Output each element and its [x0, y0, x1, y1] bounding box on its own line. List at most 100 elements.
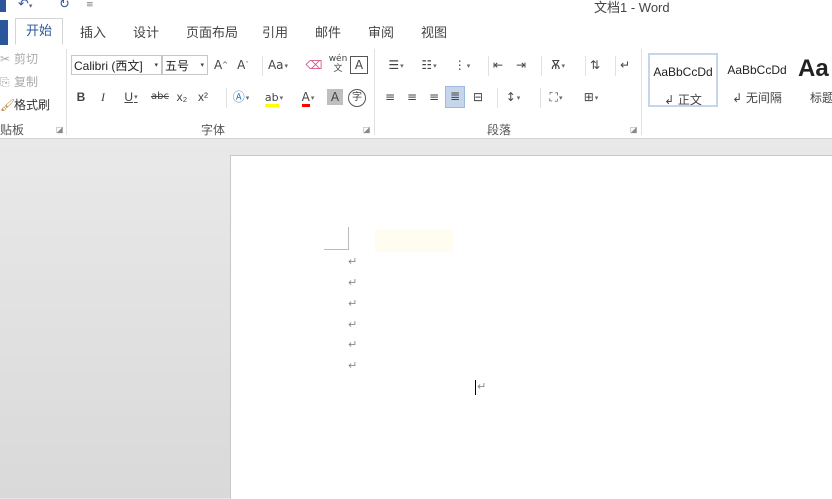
style-preview: Aa [798, 55, 829, 82]
change-case-button[interactable]: Aa▾ [262, 56, 293, 76]
paint-bucket-icon: ⛶ [549, 90, 558, 104]
phonetic-guide-label: wén [328, 54, 348, 64]
redo-icon[interactable]: ↻ [59, 0, 70, 12]
clipboard-group-label: 贴板 [0, 123, 25, 137]
paragraph-group-label: 段落 [487, 123, 512, 137]
save-icon[interactable] [0, 0, 6, 12]
chevron-down-icon: ▾ [200, 62, 204, 69]
superscript-button[interactable]: x² [195, 88, 211, 108]
bold-button[interactable]: B [75, 88, 87, 108]
italic-button[interactable]: I [97, 88, 109, 108]
tab-home[interactable]: 开始 [15, 18, 63, 45]
enclose-characters-button[interactable]: 字 [348, 89, 366, 107]
font-group-label: 字体 [201, 123, 226, 137]
document-page[interactable] [230, 155, 832, 499]
group-divider [374, 49, 375, 135]
font-color-button[interactable]: A▾ [293, 88, 323, 108]
chinese-layout-icon: Ѫ [551, 58, 561, 72]
bullets-button[interactable]: ☰▾ [381, 56, 411, 76]
scissors-icon: ✂ [0, 52, 11, 66]
paragraph-mark: ↵ [477, 380, 487, 393]
tab-view[interactable]: 视图 [421, 22, 447, 41]
shrink-font-button[interactable]: Aˇ [235, 56, 251, 76]
align-right-icon[interactable]: ≡ [425, 88, 443, 108]
clipboard-dialog-launcher-icon[interactable]: ◪ [56, 125, 64, 134]
font-size-value: 五号 [165, 59, 190, 73]
character-shading-button[interactable]: A [327, 89, 343, 105]
style-name: ↲ 无间隔 [732, 91, 782, 105]
line-spacing-button[interactable]: ↕▾ [497, 88, 528, 108]
paragraph-mark: ↵ [348, 276, 358, 289]
borders-icon: ⊞ [583, 90, 594, 104]
multilevel-list-button[interactable]: ⋮▾ [447, 56, 477, 76]
tab-insert[interactable]: 插入 [80, 22, 106, 41]
ribbon-tabs: 开始 插入 设计 页面布局 引用 邮件 审阅 视图 [0, 14, 832, 46]
tab-design[interactable]: 设计 [133, 22, 159, 41]
borders-button[interactable]: ⊞▾ [576, 88, 606, 108]
grow-font-button[interactable]: A^ [213, 56, 229, 76]
phonetic-guide-button[interactable]: wén 文 [327, 54, 349, 74]
subscript-button[interactable]: x₂ [174, 88, 190, 108]
qat-dropdown-icon[interactable]: ≡ [86, 0, 94, 10]
copy-button[interactable]: ⎘ 复制 [0, 73, 38, 90]
decrease-indent-icon[interactable]: ⇤ [488, 56, 507, 76]
paragraph-dialog-launcher-icon[interactable]: ◪ [630, 125, 638, 134]
paragraph-mark: ↵ [348, 255, 358, 268]
numbering-button[interactable]: ☷▾ [414, 56, 444, 76]
cut-label: 剪切 [14, 52, 39, 66]
copy-icon: ⎘ [0, 75, 10, 89]
tab-review[interactable]: 审阅 [368, 22, 394, 41]
highlight-color-button[interactable]: ab▾ [259, 88, 289, 108]
show-marks-icon[interactable]: ↵ [615, 56, 634, 76]
font-color-icon: A [301, 90, 310, 107]
file-tab[interactable] [0, 20, 8, 45]
group-divider [641, 49, 642, 135]
paragraph-mark: ↵ [348, 297, 358, 310]
font-dialog-launcher-icon[interactable]: ◪ [363, 125, 371, 134]
copy-label: 复制 [14, 75, 39, 89]
text-highlight-area [375, 230, 453, 252]
change-case-label: Aa [267, 58, 284, 72]
strikethrough-button[interactable]: abc [150, 88, 170, 108]
group-divider [66, 49, 67, 135]
style-name: 标题 [810, 91, 832, 105]
cut-button[interactable]: ✂ 剪切 [0, 50, 38, 67]
undo-icon[interactable]: ↶▾ [18, 0, 32, 12]
style-preview: AaBbCcDd [653, 65, 713, 79]
font-name-combo[interactable]: Calibri (西文] ▾ [71, 55, 162, 75]
tab-mailings[interactable]: 邮件 [315, 22, 341, 41]
style-preview: AaBbCcDd [727, 63, 787, 77]
paragraph-mark: ↵ [348, 338, 358, 351]
align-left-icon[interactable]: ≡ [381, 88, 399, 108]
increase-indent-icon[interactable]: ⇥ [512, 56, 530, 76]
styles-gallery: AaBbCcDd ↲ 正文 AaBbCcDd ↲ 无间隔 Aa 标题 [645, 50, 832, 110]
text-effects-icon: Ⓐ [232, 90, 245, 104]
shading-button[interactable]: ⛶▾ [540, 88, 571, 108]
highlighter-icon: ab [264, 91, 279, 107]
align-center-icon[interactable]: ≡ [403, 88, 421, 108]
line-spacing-icon: ↕ [505, 90, 516, 104]
text-effects-button[interactable]: Ⓐ▾ [226, 88, 255, 108]
tab-references[interactable]: 引用 [262, 22, 288, 41]
sort-icon[interactable]: ⇅ [585, 56, 604, 76]
distributed-align-icon[interactable]: ⊟ [469, 88, 487, 108]
clear-formatting-icon[interactable]: ⌫ [305, 56, 323, 76]
chinese-layout-button[interactable]: Ѫ▾ [541, 56, 574, 76]
paintbrush-icon: 🖌 [0, 98, 16, 112]
justify-icon[interactable]: ≣ [445, 86, 465, 108]
style-heading[interactable]: Aa 标题 [795, 53, 832, 107]
style-name: ↲ 正文 [664, 93, 702, 107]
style-no-spacing[interactable]: AaBbCcDd ↲ 无间隔 [721, 53, 793, 107]
paragraph-mark: ↵ [348, 359, 358, 372]
font-size-combo[interactable]: 五号 ▾ [162, 55, 208, 75]
multilevel-list-icon: ⋮ [453, 58, 466, 72]
format-painter-label: 格式刷 [14, 98, 51, 112]
title-bar: ↶▾ ↻ ≡ 文档1 - Word [0, 0, 832, 15]
character-border-button[interactable]: A [350, 56, 368, 74]
margin-corner-mark [324, 227, 349, 250]
style-normal[interactable]: AaBbCcDd ↲ 正文 [648, 53, 718, 107]
underline-button[interactable]: U▾ [118, 88, 144, 108]
format-painter-button[interactable]: 🖌格式刷 [0, 96, 50, 113]
text-cursor [475, 380, 476, 395]
tab-page-layout[interactable]: 页面布局 [186, 22, 238, 41]
